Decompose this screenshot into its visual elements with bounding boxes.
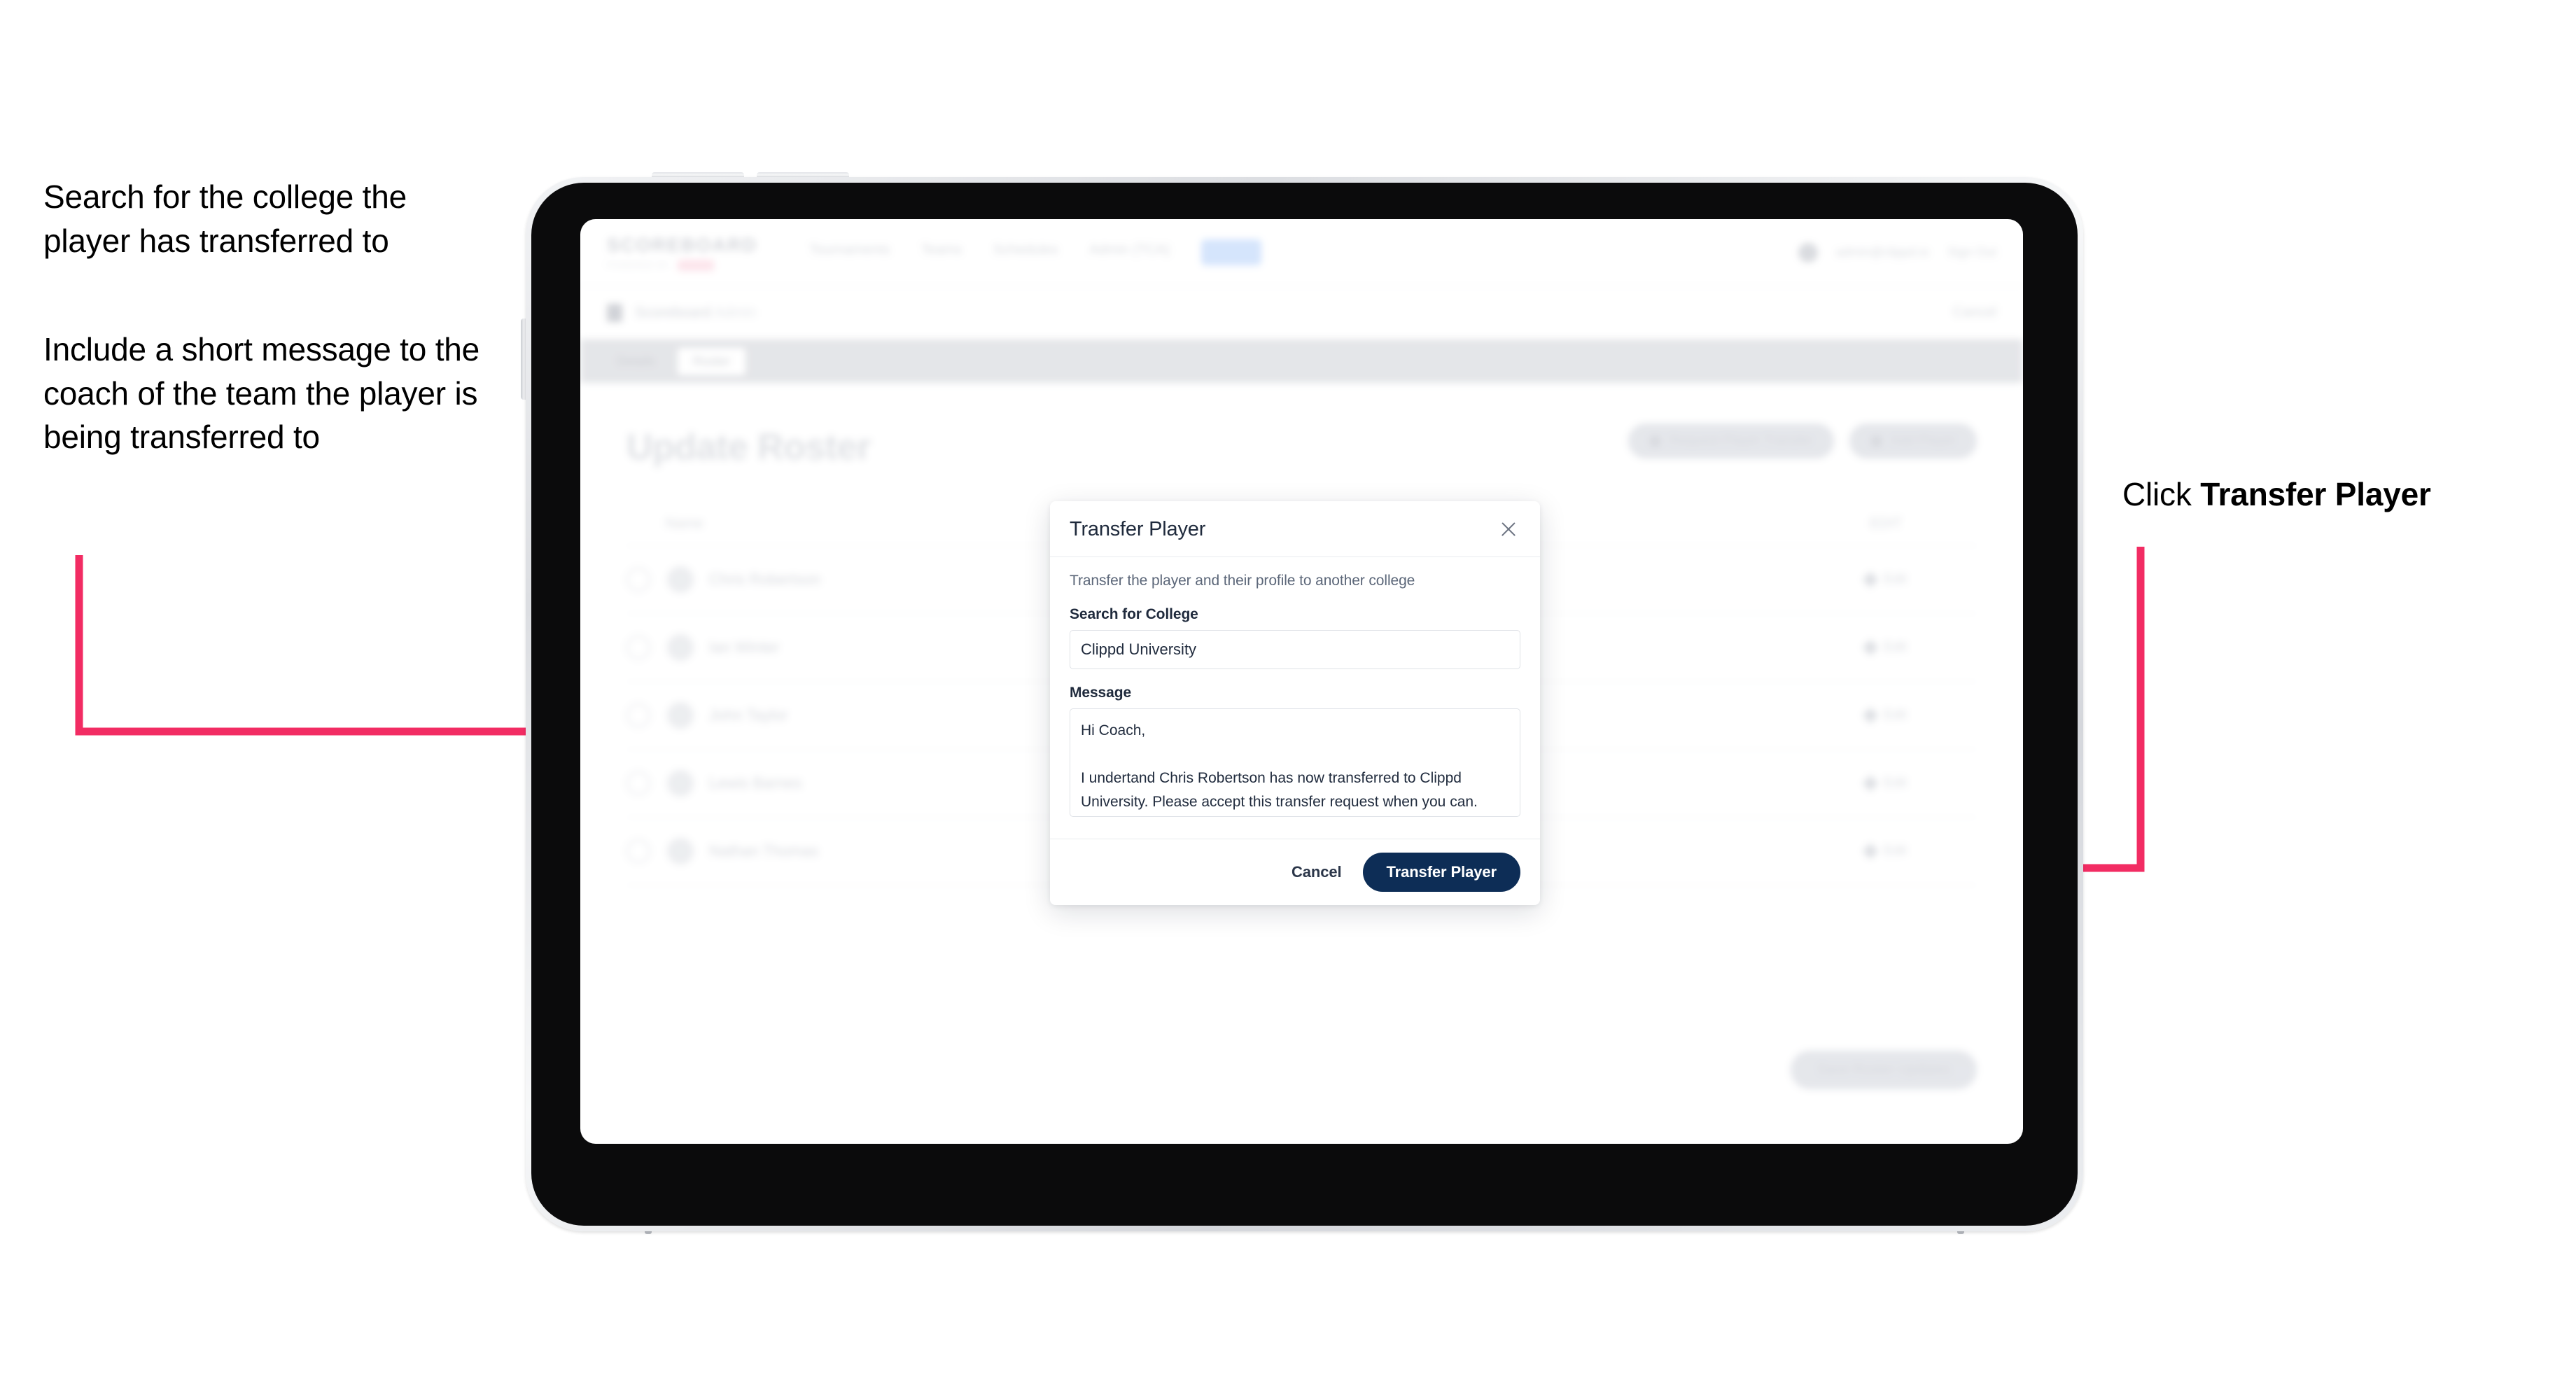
annotation-right-bold: Transfer Player: [2200, 476, 2431, 512]
row-edit-label: Edit: [1884, 844, 1907, 858]
brand-tagline: POWERED BY: [607, 260, 671, 270]
modal-header: Transfer Player: [1050, 501, 1540, 557]
row-checkbox[interactable]: [626, 704, 650, 727]
column-header-edit: EDIT: [1870, 515, 1902, 531]
breadcrumb-bar: Scoreboard Admin Cancel: [580, 286, 2023, 340]
row-edit-label: Edit: [1884, 708, 1907, 722]
tab-strip: Details Roster: [580, 340, 2023, 383]
row-edit-label: Edit: [1884, 776, 1907, 790]
search-college-label: Search for College: [1070, 606, 1198, 622]
player-avatar: [667, 770, 694, 797]
request-player-transfer-label: Request Player Transfer: [1670, 433, 1814, 448]
modal-description: Transfer the player and their profile to…: [1070, 573, 1415, 589]
tab-details[interactable]: Details: [601, 348, 671, 375]
nav-item-roster[interactable]: Roster: [1200, 239, 1262, 265]
request-player-transfer-button[interactable]: Request Player Transfer: [1628, 424, 1835, 458]
player-avatar: [667, 566, 694, 593]
row-edit-label: Edit: [1884, 640, 1907, 654]
pencil-icon: [1862, 775, 1879, 792]
nav-item-schedules[interactable]: Schedules: [993, 242, 1058, 262]
modal-body: Transfer the player and their profile to…: [1050, 557, 1540, 839]
user-email: admin@clippd.io: [1835, 245, 1929, 259]
app-top-nav: SCOREBOARD POWERED BY Clippd Tournaments…: [580, 219, 2023, 286]
row-checkbox[interactable]: [626, 568, 650, 592]
pencil-icon: [1862, 707, 1879, 724]
annotation-right-prefix: Click: [2122, 476, 2201, 512]
transfer-icon: [1649, 435, 1662, 447]
row-edit-button[interactable]: Edit: [1795, 775, 1977, 792]
nav-item-teams[interactable]: Teams: [921, 242, 962, 262]
page-title: Update Roster: [626, 427, 871, 468]
tab-roster[interactable]: Roster: [678, 347, 746, 375]
brand-name: SCOREBOARD: [607, 234, 758, 255]
row-checkbox[interactable]: [626, 771, 650, 795]
nav-links: Tournaments Teams Schedules Admin (TCA) …: [809, 239, 1798, 265]
breadcrumb-cancel-button[interactable]: Cancel: [1953, 304, 1996, 321]
row-edit-button[interactable]: Edit: [1795, 639, 1977, 656]
nav-item-admin[interactable]: Admin (TCA): [1089, 242, 1170, 262]
row-checkbox[interactable]: [626, 636, 650, 659]
nav-right: admin@clippd.io Sign Out: [1798, 242, 1996, 262]
annotation-click-transfer-player: Click Transfer Player: [2122, 472, 2556, 517]
nav-item-tournaments[interactable]: Tournaments: [809, 242, 890, 262]
page-actions: Request Player Transfer Add Player: [1628, 424, 1977, 458]
plus-icon: [1870, 435, 1883, 447]
breadcrumb: Scoreboard Admin: [635, 304, 756, 321]
add-player-label: Add Player: [1891, 433, 1956, 448]
row-edit-button[interactable]: Edit: [1795, 571, 1977, 588]
pencil-icon: [1862, 843, 1879, 860]
save-roster-updates-button[interactable]: Save Roster Updates: [1790, 1051, 1977, 1089]
player-avatar: [667, 702, 694, 729]
row-edit-button[interactable]: Edit: [1795, 843, 1977, 860]
breadcrumb-icon: [607, 303, 622, 322]
sign-out-button[interactable]: Sign Out: [1947, 245, 1996, 260]
row-checkbox[interactable]: [626, 839, 650, 863]
brand-badge: Clippd: [677, 259, 715, 271]
add-player-button[interactable]: Add Player: [1849, 424, 1977, 458]
app-logo[interactable]: SCOREBOARD POWERED BY Clippd: [607, 234, 757, 271]
cancel-button[interactable]: Cancel: [1289, 858, 1345, 887]
player-avatar: [667, 634, 694, 661]
annotation-include-message: Include a short message to the coach of …: [43, 331, 480, 456]
pencil-icon: [1862, 571, 1879, 588]
row-edit-button[interactable]: Edit: [1795, 707, 1977, 724]
modal-footer: Cancel Transfer Player: [1050, 839, 1540, 905]
search-college-input[interactable]: [1070, 630, 1520, 669]
annotation-search-college: Search for the college the player has tr…: [43, 178, 407, 259]
message-textarea[interactable]: Hi Coach, I undertand Chris Robertson ha…: [1070, 708, 1520, 817]
row-edit-label: Edit: [1884, 572, 1907, 587]
pencil-icon: [1862, 639, 1879, 656]
close-icon[interactable]: [1497, 517, 1520, 541]
modal-title: Transfer Player: [1070, 517, 1206, 540]
message-label: Message: [1070, 685, 1132, 701]
transfer-player-button[interactable]: Transfer Player: [1362, 853, 1520, 892]
transfer-player-modal: Transfer Player Transfer the player and …: [1050, 501, 1540, 905]
breadcrumb-current: Admin: [714, 304, 756, 321]
player-avatar: [667, 838, 694, 864]
avatar[interactable]: [1798, 242, 1818, 262]
breadcrumb-root[interactable]: Scoreboard: [635, 304, 711, 321]
brand-subline: POWERED BY Clippd: [607, 259, 757, 271]
